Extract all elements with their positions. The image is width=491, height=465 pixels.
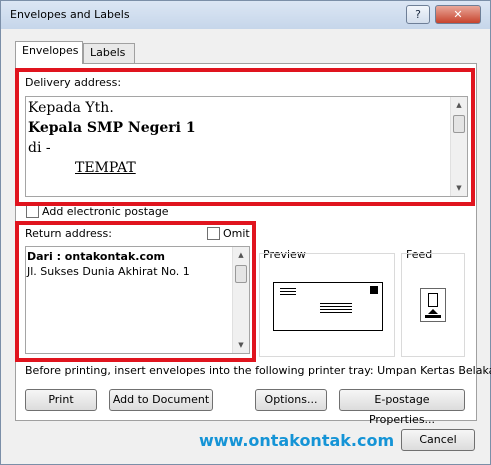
feed-envelope-mark xyxy=(428,293,438,307)
add-electronic-postage-label: Add electronic postage xyxy=(42,205,169,218)
stamp-icon xyxy=(370,286,378,294)
return-highlight-box xyxy=(15,221,256,362)
close-button[interactable]: ✕ xyxy=(435,5,481,24)
printer-tray-info: Before printing, insert envelopes into t… xyxy=(25,364,491,377)
title-bar: Envelopes and Labels ? ✕ xyxy=(1,1,490,29)
envelopes-labels-dialog: Envelopes and Labels ? ✕ Envelopes Label… xyxy=(0,0,491,465)
address-line-mark xyxy=(320,309,352,310)
add-electronic-postage-checkbox[interactable] xyxy=(26,205,39,218)
tab-labels[interactable]: Labels xyxy=(83,43,135,63)
feed-tray-mark xyxy=(425,315,441,318)
options-button[interactable]: Options... xyxy=(255,389,327,411)
cancel-button[interactable]: Cancel xyxy=(401,429,475,451)
epostage-properties-button[interactable]: E-postage Properties... xyxy=(339,389,465,426)
return-line-mark xyxy=(280,291,296,292)
feed-arrow-icon xyxy=(428,309,438,314)
print-button[interactable]: Print xyxy=(25,389,97,411)
add-to-document-button[interactable]: Add to Document xyxy=(109,389,213,411)
watermark-text: www.ontakontak.com xyxy=(199,431,395,450)
address-line-mark xyxy=(320,312,352,313)
delivery-highlight-box xyxy=(15,68,475,206)
address-line-mark xyxy=(320,306,352,307)
dialog-title: Envelopes and Labels xyxy=(10,8,130,21)
return-line-mark xyxy=(280,294,296,295)
tab-envelopes[interactable]: Envelopes xyxy=(15,41,83,64)
envelope-preview-icon[interactable] xyxy=(273,282,383,331)
address-line-mark xyxy=(320,303,352,304)
feed-icon[interactable] xyxy=(420,288,446,322)
help-button[interactable]: ? xyxy=(406,5,430,24)
return-line-mark xyxy=(280,288,296,289)
